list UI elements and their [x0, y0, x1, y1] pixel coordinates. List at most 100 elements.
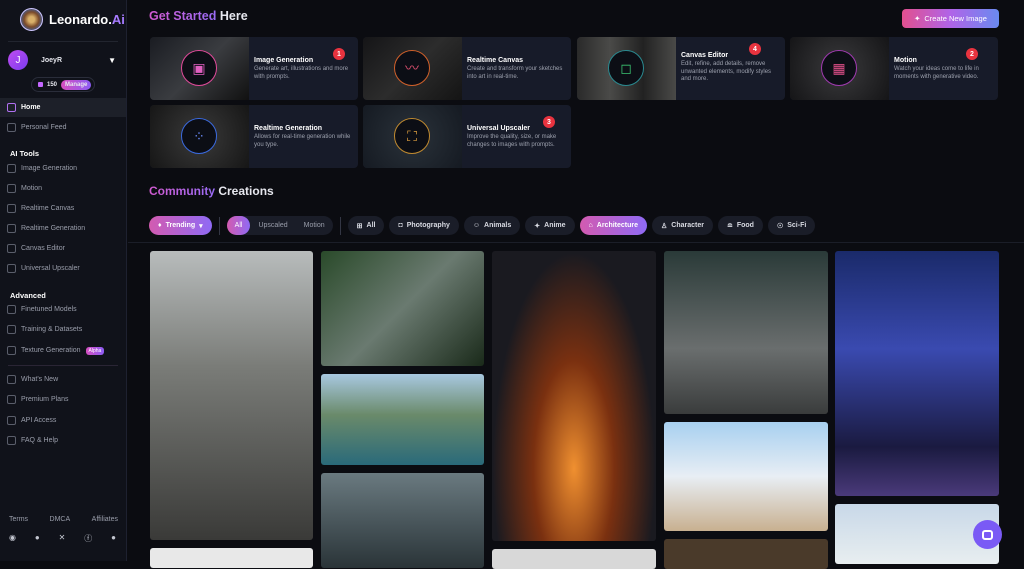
gallery-image[interactable] — [321, 374, 484, 465]
card-canvas-editor[interactable]: ◻ Canvas Editor Edit, refine, add details,… — [577, 37, 785, 100]
sidebar-item-finetuned-models[interactable]: Finetuned Models — [0, 300, 126, 319]
gallery-image[interactable] — [835, 251, 999, 496]
category-sci-fi[interactable]: ☉ Sci-Fi — [767, 216, 816, 235]
category-food[interactable]: ≘ Food — [717, 216, 763, 235]
gallery-image[interactable] — [492, 251, 656, 541]
divider — [218, 216, 220, 235]
category-label: Photography — [406, 222, 450, 229]
texture-icon — [7, 346, 16, 355]
tab-upscaled[interactable]: Upscaled — [250, 222, 295, 229]
cube-icon — [7, 305, 16, 314]
card-realtime-generation[interactable]: ⁘ Realtime Generation Allows for real-time… — [150, 105, 358, 168]
sidebar-item-whats-new[interactable]: What's New — [0, 370, 126, 389]
sidebar-item-label: FAQ & Help — [21, 437, 58, 444]
category-photography[interactable]: ◘ Photography — [389, 216, 459, 235]
chat-support-button[interactable] — [973, 520, 1002, 549]
trending-dropdown[interactable]: ♦ Trending ▾ — [149, 216, 212, 235]
gallery-image[interactable] — [664, 251, 828, 414]
sidebar-item-label: Home — [21, 104, 41, 111]
gallery-image[interactable] — [664, 422, 828, 531]
caret-down-icon[interactable]: ▼ — [108, 56, 116, 65]
category-animals[interactable]: ☺ Animals — [463, 216, 521, 235]
category-anime[interactable]: ✦ Anime — [525, 216, 575, 235]
help-icon — [7, 436, 16, 445]
gallery-image[interactable] — [150, 251, 313, 540]
title-accent: Get Started — [149, 9, 217, 23]
sidebar-item-label: Realtime Generation — [21, 225, 86, 232]
rocket-icon — [7, 375, 16, 384]
sidebar-item-label: Realtime Canvas — [21, 205, 75, 212]
avatar: J — [8, 50, 28, 70]
gallery-image[interactable] — [664, 539, 828, 569]
sidebar-item-label: Personal Feed — [21, 124, 67, 131]
sidebar-item-universal-upscaler[interactable]: Universal Upscaler — [0, 259, 126, 278]
step-badge: 3 — [543, 116, 555, 128]
sidebar-item-api-access[interactable]: API Access — [0, 411, 126, 430]
gallery-image[interactable] — [150, 548, 313, 568]
category-label: Animals — [484, 222, 512, 229]
sidebar-item-texture-generation[interactable]: Texture Generation Alpha — [0, 341, 126, 360]
sidebar-item-faq-help[interactable]: FAQ & Help — [0, 431, 126, 450]
sidebar-item-personal-feed[interactable]: Personal Feed — [0, 118, 126, 137]
tab-motion[interactable]: Motion — [296, 222, 333, 229]
logo-text: Leonardo. — [49, 12, 112, 27]
card-universal-upscaler[interactable]: ⛶ Universal Upscaler Improve the quality, … — [363, 105, 571, 168]
title-rest: Here — [219, 9, 248, 23]
sidebar-item-premium-plans[interactable]: Premium Plans — [0, 390, 126, 409]
sidebar-item-label: Finetuned Models — [21, 306, 77, 313]
card-title: Image Generation — [254, 57, 314, 64]
category-label: Anime — [544, 222, 566, 229]
logo[interactable]: Leonardo.Ai — [20, 8, 125, 31]
content-type-toggle: All Upscaled Motion — [226, 216, 333, 235]
discord-icon[interactable]: ◉ — [9, 533, 16, 544]
user-menu[interactable]: J JoeyR ▼ — [8, 50, 116, 70]
terms-link[interactable]: Terms — [9, 516, 28, 523]
category-character[interactable]: ♙ Character — [652, 216, 713, 235]
divider — [8, 41, 118, 42]
sidebar-item-realtime-canvas[interactable]: Realtime Canvas — [0, 199, 126, 218]
gallery-image[interactable] — [321, 473, 484, 568]
sidebar-item-label: Image Generation — [21, 165, 78, 172]
upscale-icon: ⛶ — [394, 118, 430, 154]
category-architecture[interactable]: ⌂ Architecture — [579, 216, 648, 235]
sidebar-item-home[interactable]: Home — [0, 98, 126, 117]
dataset-icon — [7, 325, 16, 334]
footer-links: Terms DMCA Affiliates — [9, 516, 118, 523]
manage-button[interactable]: Manage — [61, 79, 92, 90]
sidebar-item-motion[interactable]: Motion — [0, 179, 126, 198]
gallery-image[interactable] — [492, 549, 656, 569]
sidebar-item-realtime-generation[interactable]: Realtime Generation — [0, 219, 126, 238]
x-icon[interactable]: ✕ — [59, 533, 66, 544]
sidebar-item-label: Motion — [21, 185, 43, 192]
card-description: Improve the quality, size, or make chang… — [467, 134, 557, 148]
create-new-image-button[interactable]: ✦ Create New Image — [902, 9, 999, 28]
tab-all[interactable]: All — [226, 216, 251, 235]
logo-image — [20, 8, 43, 31]
card-motion[interactable]: ▦ Motion Watch your ideas come to life in … — [790, 37, 998, 100]
cat-icon: ☺ — [472, 222, 481, 229]
canvas-editor-icon: ◻ — [608, 50, 644, 86]
gallery-image[interactable] — [321, 251, 484, 366]
social-links: ◉ ● ✕ ⓕ ● — [9, 533, 116, 544]
card-realtime-canvas[interactable]: 〰 Realtime Canvas Create and transform you… — [363, 37, 571, 100]
facebook-icon[interactable]: ⓕ — [84, 533, 92, 544]
step-badge: 4 — [749, 43, 761, 55]
sidebar-item-canvas-editor[interactable]: Canvas Editor — [0, 239, 126, 258]
gift-icon — [7, 395, 16, 404]
card-title: Realtime Canvas — [467, 57, 524, 64]
card-image-generation[interactable]: ▣ Image Generation Generate art, illustrat… — [150, 37, 358, 100]
category-label: All — [366, 222, 376, 229]
affiliates-link[interactable]: Affiliates — [92, 516, 118, 523]
motion-icon — [7, 184, 16, 193]
sidebar-item-training-datasets[interactable]: Training & Datasets — [0, 320, 126, 339]
card-description: Edit, refine, add details, remove unwant… — [681, 61, 772, 82]
reddit-icon[interactable]: ● — [35, 533, 40, 544]
apple-icon[interactable]: ● — [111, 533, 116, 544]
card-title: Universal Upscaler — [467, 125, 531, 132]
sidebar-item-image-generation[interactable]: Image Generation — [0, 159, 126, 178]
dmca-link[interactable]: DMCA — [50, 516, 71, 523]
category-all[interactable]: ⊞ All — [347, 216, 385, 235]
category-label: Architecture — [596, 222, 639, 229]
filter-bar: ♦ Trending ▾ All Upscaled Motion ⊞ All ◘ Photo… — [149, 216, 816, 235]
card-title: Motion — [894, 57, 917, 64]
